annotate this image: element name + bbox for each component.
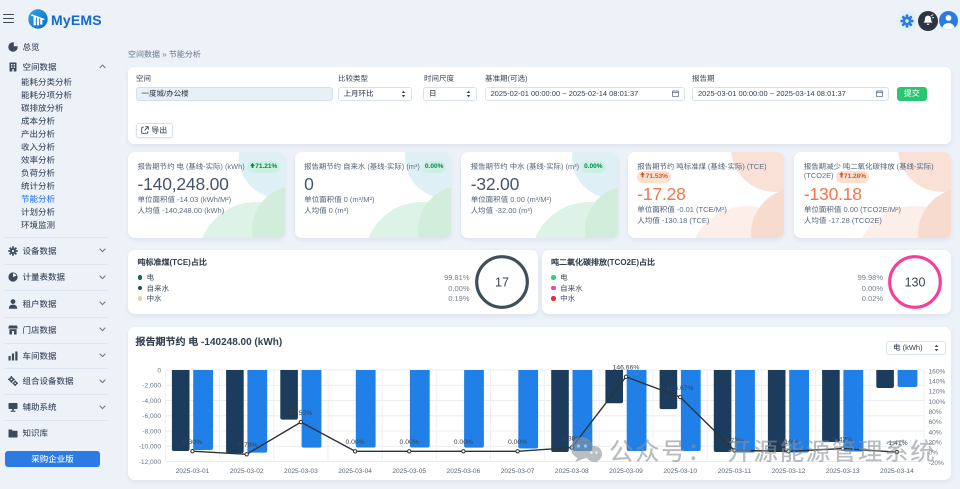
svg-text:100%: 100% [929,399,946,406]
svg-text:2025-03-08: 2025-03-08 [555,468,589,475]
svg-text:0.00%: 0.00% [345,439,364,446]
svg-text:0.00%: 0.00% [454,439,473,446]
svg-text:2025-03-14: 2025-03-14 [880,468,914,475]
svg-text:2025-03-03: 2025-03-03 [284,468,318,475]
svg-text:120%: 120% [929,389,946,396]
svg-text:-5.79%: -5.79% [236,442,258,449]
svg-text:0.00%: 0.00% [508,439,527,446]
svg-text:130: 130 [905,275,926,289]
svg-text:2025-03-07: 2025-03-07 [501,468,535,475]
svg-text:2025-03-12: 2025-03-12 [772,468,806,475]
svg-text:-2,000: -2,000 [142,383,161,390]
svg-text:2025-03-06: 2025-03-06 [447,468,481,475]
svg-text:2025-03-01: 2025-03-01 [176,468,210,475]
svg-text:-12,000: -12,000 [139,459,162,466]
svg-text:0.00%: 0.00% [400,439,419,446]
svg-text:-10,000: -10,000 [139,444,162,451]
svg-text:106.67%: 106.67% [667,385,694,392]
svg-text:-6,000: -6,000 [142,413,161,420]
svg-text:140%: 140% [929,379,946,386]
svg-text:2025-03-10: 2025-03-10 [663,468,697,475]
svg-text:57.52%: 57.52% [289,410,312,417]
svg-text:2025-03-11: 2025-03-11 [718,468,752,475]
svg-text:146.66%: 146.66% [613,365,640,372]
svg-text:2025-03-13: 2025-03-13 [826,468,860,475]
svg-text:80%: 80% [929,409,942,416]
svg-text:160%: 160% [929,368,946,375]
svg-text:2025-03-02: 2025-03-02 [230,468,264,475]
svg-text:2025-03-05: 2025-03-05 [392,468,426,475]
svg-text:60%: 60% [929,419,942,426]
svg-text:-8,000: -8,000 [142,428,161,435]
svg-text:-4,000: -4,000 [142,398,161,405]
svg-text:2025-03-09: 2025-03-09 [609,468,643,475]
svg-text:0: 0 [157,367,161,374]
svg-text:2025-03-04: 2025-03-04 [338,468,372,475]
svg-text:0.30%: 0.30% [183,439,202,446]
svg-text:17: 17 [495,275,509,289]
